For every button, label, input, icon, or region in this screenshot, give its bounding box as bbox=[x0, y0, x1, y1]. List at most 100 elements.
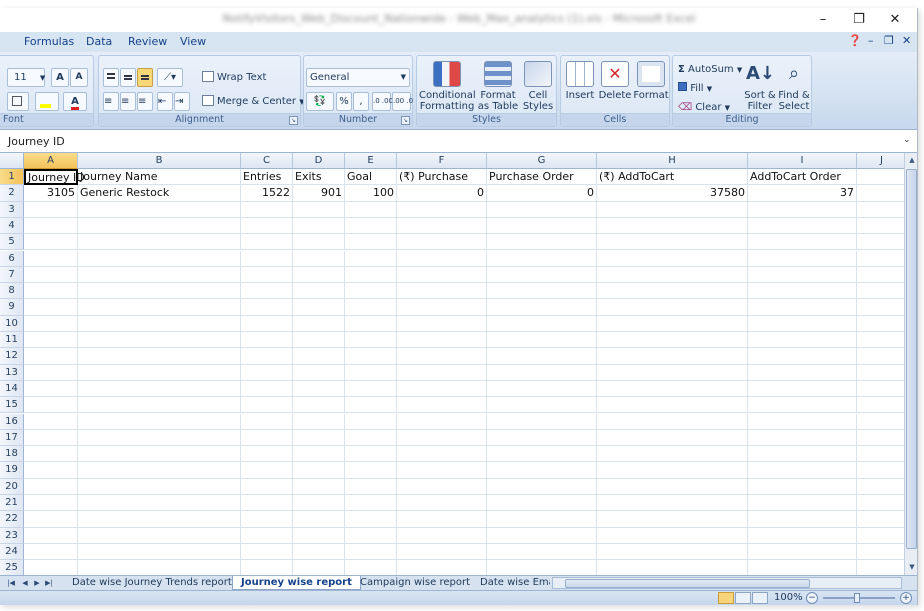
cell-j20[interactable] bbox=[857, 479, 904, 495]
cell-f23[interactable] bbox=[397, 527, 487, 544]
cell-a17[interactable] bbox=[24, 429, 78, 447]
cell-b11[interactable] bbox=[78, 332, 241, 349]
cell-i11[interactable] bbox=[748, 332, 857, 349]
cell-j18[interactable] bbox=[857, 446, 904, 463]
row-header-23[interactable]: 23 bbox=[0, 527, 24, 544]
cell-c12[interactable] bbox=[241, 348, 293, 365]
row-header-3[interactable]: 3 bbox=[0, 201, 24, 218]
row-header-15[interactable]: 15 bbox=[0, 397, 24, 414]
cell-d11[interactable] bbox=[293, 332, 345, 349]
cell-j11[interactable] bbox=[857, 332, 904, 349]
cell-i9[interactable] bbox=[748, 299, 857, 316]
cell-f18[interactable] bbox=[397, 446, 487, 463]
cell-a16[interactable] bbox=[24, 413, 78, 430]
cell-h1[interactable]: (₹) AddToCart bbox=[597, 169, 748, 186]
cell-i3[interactable] bbox=[748, 201, 857, 218]
cell-g25[interactable] bbox=[487, 560, 597, 575]
cell-j21[interactable] bbox=[857, 495, 904, 512]
cell-f20[interactable] bbox=[397, 478, 487, 495]
cell-b14[interactable] bbox=[78, 380, 241, 398]
cell-f12[interactable] bbox=[397, 348, 487, 365]
cell-c20[interactable] bbox=[241, 478, 293, 495]
cell-i8[interactable] bbox=[748, 283, 857, 300]
cell-h20[interactable] bbox=[597, 478, 748, 495]
cell-g13[interactable] bbox=[487, 364, 597, 381]
cell-e10[interactable] bbox=[345, 315, 397, 332]
row-header-18[interactable]: 18 bbox=[0, 446, 24, 463]
ribbon-minimize-button[interactable]: – bbox=[868, 34, 874, 47]
cell-e7[interactable] bbox=[345, 266, 397, 284]
cell-c23[interactable] bbox=[241, 527, 293, 544]
last-sheet-icon[interactable]: ▶| bbox=[44, 577, 54, 589]
cell-c21[interactable] bbox=[241, 495, 293, 512]
cell-h23[interactable] bbox=[597, 527, 748, 544]
column-header-i[interactable]: I bbox=[748, 153, 857, 169]
row-header-2[interactable]: 2 bbox=[0, 185, 24, 202]
cell-d21[interactable] bbox=[293, 495, 345, 512]
row-header-9[interactable]: 9 bbox=[0, 299, 24, 316]
sheet-tab-date-wise-journey-trends[interactable]: Date wise Journey Trends report bbox=[64, 576, 240, 590]
cell-a24[interactable] bbox=[24, 543, 78, 561]
cell-c2[interactable]: 1522 bbox=[241, 185, 293, 202]
row-header-1[interactable]: 1 bbox=[0, 169, 24, 186]
row-header-21[interactable]: 21 bbox=[0, 495, 24, 512]
cell-b15[interactable] bbox=[78, 397, 241, 414]
delete-cells-button[interactable]: ✕ Delete bbox=[598, 59, 632, 113]
cell-a5[interactable] bbox=[24, 234, 78, 251]
next-sheet-icon[interactable]: ▶ bbox=[32, 577, 42, 589]
cell-f3[interactable] bbox=[397, 201, 487, 218]
cell-g20[interactable] bbox=[487, 478, 597, 495]
conditional-formatting-button[interactable]: Conditional Formatting bbox=[419, 59, 476, 113]
cell-g7[interactable] bbox=[487, 266, 597, 284]
horizontal-scrollbar[interactable] bbox=[552, 577, 902, 589]
sheet-tab-campaign-wise-report[interactable]: Campaign wise report bbox=[352, 576, 478, 590]
cell-h18[interactable] bbox=[597, 446, 748, 463]
scroll-down-icon[interactable]: ▼ bbox=[906, 561, 917, 574]
row-header-7[interactable]: 7 bbox=[0, 266, 24, 284]
cell-c4[interactable] bbox=[241, 217, 293, 235]
cell-j10[interactable] bbox=[857, 316, 904, 332]
close-button[interactable]: ✕ bbox=[880, 10, 910, 30]
cell-a14[interactable] bbox=[24, 380, 78, 398]
cell-b22[interactable] bbox=[78, 511, 241, 528]
increase-indent-button[interactable]: ⇥ bbox=[174, 92, 190, 111]
vertical-scrollbar[interactable]: ▲ ▼ bbox=[904, 153, 917, 575]
cell-d3[interactable] bbox=[293, 201, 345, 218]
cell-h3[interactable] bbox=[597, 201, 748, 218]
tab-formulas[interactable]: Formulas bbox=[24, 35, 74, 48]
cell-i5[interactable] bbox=[748, 234, 857, 251]
cell-b9[interactable] bbox=[78, 299, 241, 316]
cell-b7[interactable] bbox=[78, 266, 241, 284]
cell-j16[interactable] bbox=[857, 414, 904, 430]
sheet-tab-journey-wise-report[interactable]: Journey wise report bbox=[232, 576, 361, 590]
vertical-scroll-thumb[interactable] bbox=[906, 169, 917, 549]
cell-h9[interactable] bbox=[597, 299, 748, 316]
column-header-e[interactable]: E bbox=[345, 153, 397, 169]
cell-g9[interactable] bbox=[487, 299, 597, 316]
row-header-10[interactable]: 10 bbox=[0, 315, 24, 332]
cell-d6[interactable] bbox=[293, 250, 345, 267]
cell-i22[interactable] bbox=[748, 511, 857, 528]
row-header-24[interactable]: 24 bbox=[0, 543, 24, 561]
cell-f16[interactable] bbox=[397, 413, 487, 430]
cell-f5[interactable] bbox=[397, 234, 487, 251]
cell-i6[interactable] bbox=[748, 250, 857, 267]
cell-h13[interactable] bbox=[597, 364, 748, 381]
cell-h10[interactable] bbox=[597, 315, 748, 332]
fill-color-button[interactable] bbox=[35, 92, 59, 111]
ribbon-close-button[interactable]: ✕ bbox=[902, 34, 911, 47]
column-header-h[interactable]: H bbox=[597, 153, 748, 169]
cell-a6[interactable] bbox=[24, 250, 78, 267]
cell-j14[interactable] bbox=[857, 381, 904, 398]
cell-a23[interactable] bbox=[24, 527, 78, 544]
cell-d5[interactable] bbox=[293, 234, 345, 251]
align-middle-button[interactable] bbox=[120, 68, 136, 87]
cell-i16[interactable] bbox=[748, 413, 857, 430]
cell-c15[interactable] bbox=[241, 397, 293, 414]
cell-f22[interactable] bbox=[397, 511, 487, 528]
zoom-level[interactable]: 100% bbox=[774, 592, 803, 603]
cell-a2[interactable]: 3105 bbox=[24, 185, 78, 202]
cell-e14[interactable] bbox=[345, 380, 397, 398]
cell-j22[interactable] bbox=[857, 511, 904, 528]
cell-b19[interactable] bbox=[78, 462, 241, 479]
